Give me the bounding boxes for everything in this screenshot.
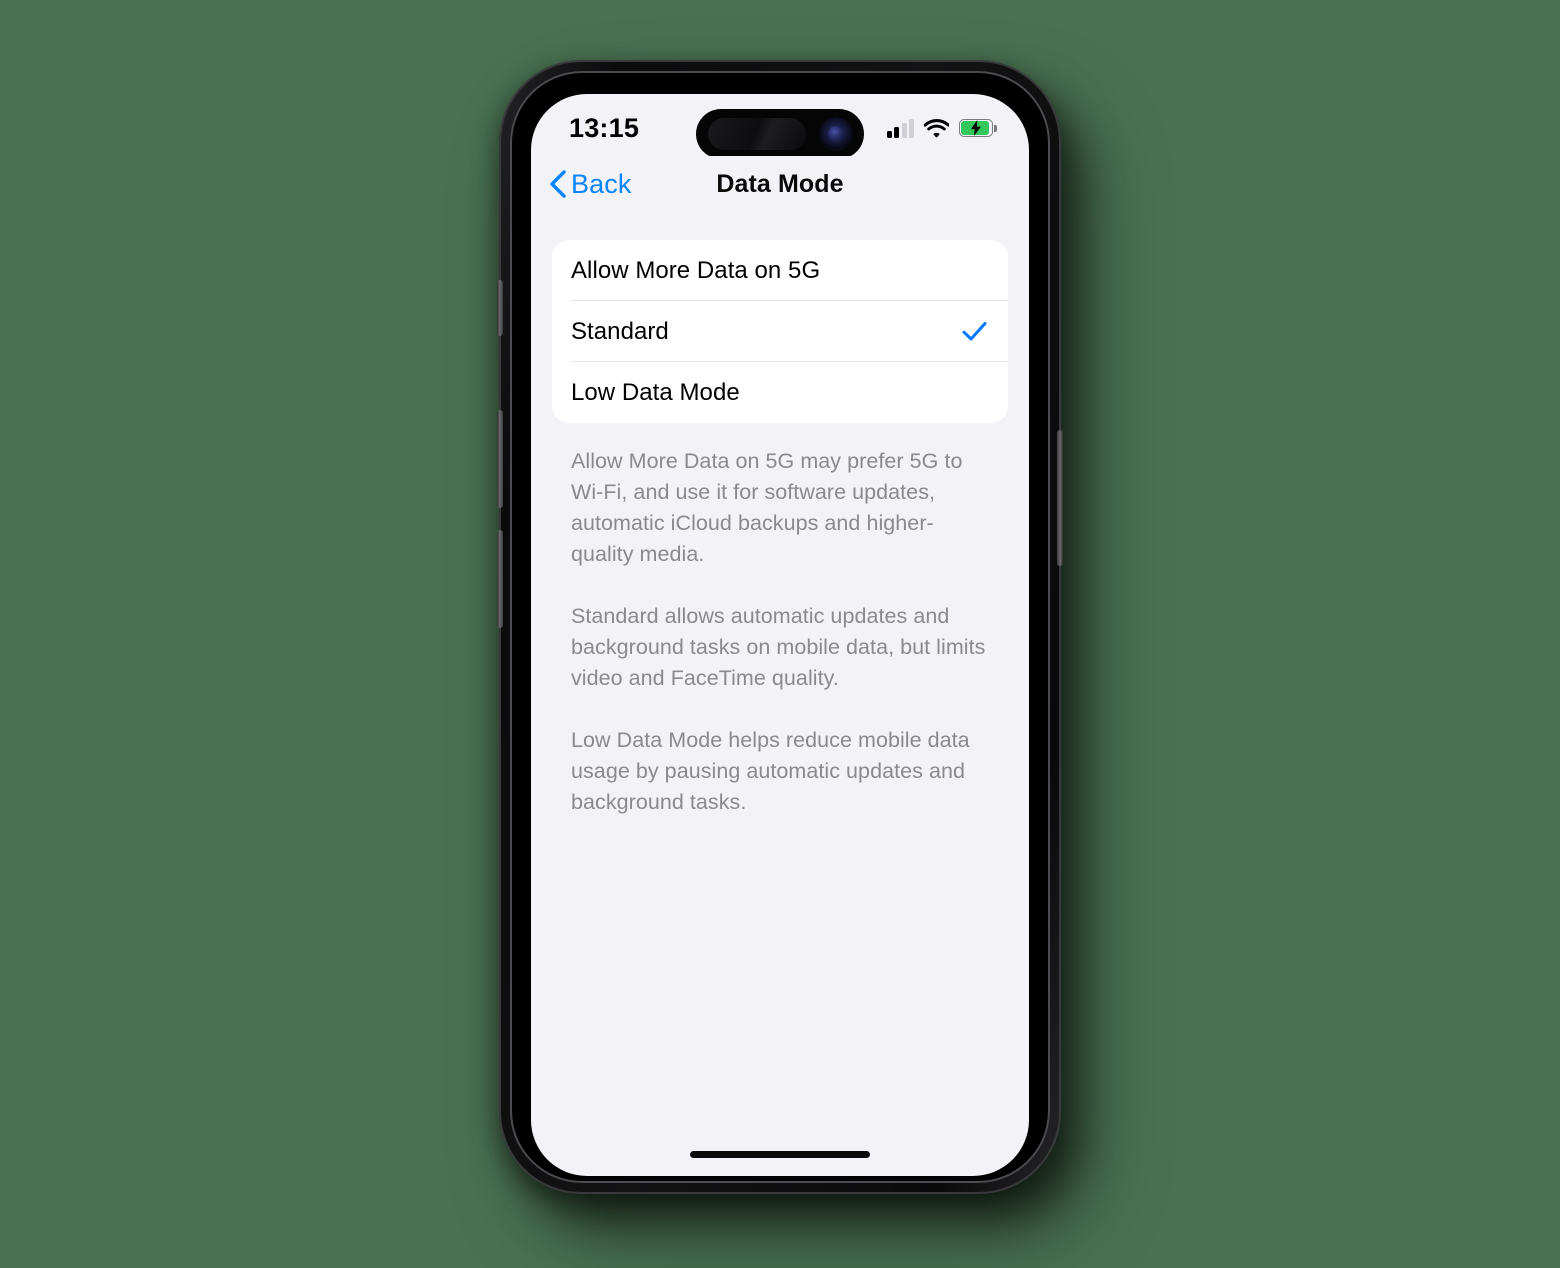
option-label: Low Data Mode [571, 378, 740, 406]
front-camera-icon [819, 117, 853, 151]
footer-paragraph-standard: Standard allows automatic updates and ba… [571, 604, 986, 690]
footer-paragraph-allow-more-data: Allow More Data on 5G may prefer 5G to W… [571, 449, 963, 566]
cellular-signal-icon [886, 118, 914, 138]
option-row-standard[interactable]: Standard [552, 301, 1008, 362]
volume-up-button[interactable] [497, 410, 503, 508]
action-button[interactable] [497, 280, 503, 336]
status-bar-time: 13:15 [569, 112, 640, 143]
footer-description: Allow More Data on 5G may prefer 5G to W… [552, 423, 1008, 818]
data-mode-options-list: Allow More Data on 5G Standard Low Data … [552, 240, 1008, 423]
power-button[interactable] [1057, 430, 1063, 566]
page-title: Data Mode [716, 169, 844, 198]
option-label: Allow More Data on 5G [571, 256, 821, 284]
charging-bolt-icon [959, 119, 993, 137]
status-bar-indicators [886, 113, 997, 138]
wifi-icon [924, 118, 949, 137]
volume-down-button[interactable] [497, 530, 503, 628]
option-row-low-data-mode[interactable]: Low Data Mode [552, 362, 1008, 423]
settings-content: Allow More Data on 5G Standard Low Data … [531, 212, 1029, 1176]
navigation-bar: Back Data Mode [531, 156, 1029, 212]
footer-paragraph-low-data-mode: Low Data Mode helps reduce mobile data u… [571, 728, 970, 814]
phone-screen: 13:15 Back Data Mode Allow More Data on … [531, 94, 1029, 1176]
island-pill [708, 118, 806, 150]
checkmark-icon [961, 318, 988, 345]
dynamic-island[interactable] [696, 109, 864, 159]
battery-charging-icon [959, 119, 997, 137]
home-indicator[interactable] [690, 1151, 870, 1158]
option-label: Standard [571, 317, 669, 345]
option-row-allow-more-data-on-5g[interactable]: Allow More Data on 5G [552, 240, 1008, 301]
